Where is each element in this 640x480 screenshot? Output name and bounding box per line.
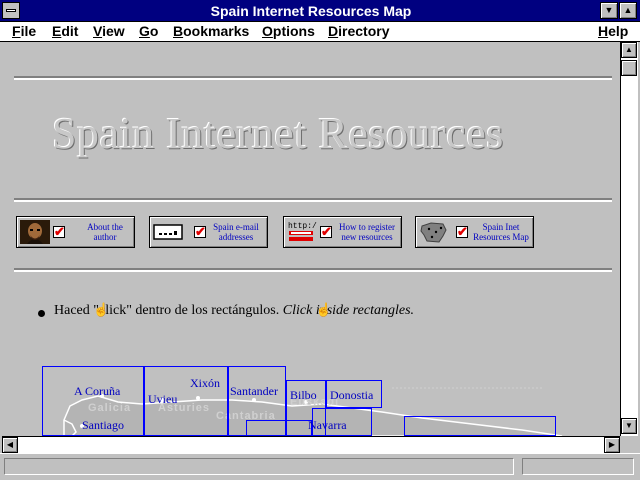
menu-directory[interactable]: Directory: [328, 23, 389, 39]
instruction-click-en: Click: [282, 303, 313, 318]
city-a-coruna[interactable]: A Coruña: [74, 384, 120, 399]
register-resources-label: How to register new resources: [339, 222, 395, 242]
region-catalunya[interactable]: [404, 416, 556, 436]
menu-edit[interactable]: Edit: [52, 23, 78, 39]
scroll-right-button[interactable]: ▶: [604, 437, 620, 453]
checkmark-icon: ✔: [53, 224, 65, 239]
inet-resources-map-label: Spain Inet Resources Map: [473, 222, 529, 242]
minimize-button[interactable]: ▼: [600, 2, 618, 19]
email-addresses-label: Spain e-mail addresses: [213, 222, 259, 242]
status-bar: [0, 453, 640, 480]
vertical-scrollbar[interactable]: ▲ ▼: [620, 42, 638, 436]
about-author-label: About the author: [87, 222, 123, 242]
scroll-up-button[interactable]: ▲: [621, 42, 637, 58]
register-resources-button[interactable]: http:// ✔ How to register new resources: [283, 216, 402, 248]
status-text-panel: [4, 458, 514, 475]
bullet: [38, 310, 45, 317]
checkmark-icon: ✔: [194, 224, 206, 239]
http-form-icon: http://: [288, 222, 317, 241]
scroll-down-button[interactable]: ▼: [621, 418, 637, 434]
menu-view[interactable]: View: [93, 23, 125, 39]
scroll-left-button[interactable]: ◀: [2, 437, 18, 453]
window-title: Spain Internet Resources Map: [210, 3, 412, 19]
menu-file[interactable]: File: [12, 23, 36, 39]
spain-resources-map: Galicia Asturies Cantabria Euskadi A Cor…: [2, 360, 620, 436]
instructions-text: Haced ☝ "click" dentro de los rectángulo…: [54, 303, 414, 319]
menu-bar: File Edit View Go Bookmarks Options Dire…: [0, 22, 640, 42]
progress-indicator: [522, 458, 634, 475]
author-portrait-icon: [20, 220, 50, 244]
city-donostia[interactable]: Donostia: [330, 388, 373, 403]
email-addresses-button[interactable]: ✔ Spain e-mail addresses: [149, 216, 268, 248]
menu-options[interactable]: Options: [262, 23, 315, 39]
instruction-haced: Haced: [54, 303, 90, 318]
city-santiago[interactable]: Santiago: [82, 418, 124, 433]
city-xixon[interactable]: Xixón: [190, 376, 220, 391]
city-santander[interactable]: Santander: [230, 384, 278, 399]
scroll-thumb[interactable]: [621, 60, 637, 76]
envelope-icon: [153, 224, 183, 240]
menu-help[interactable]: Help: [598, 23, 628, 39]
city-bilbo[interactable]: Bilbo: [290, 388, 317, 403]
checkmark-icon: ✔: [456, 224, 468, 239]
svg-text:http://: http://: [288, 222, 317, 231]
city-navarra[interactable]: Navarra: [308, 418, 347, 433]
hand-cursor-icon: ☝: [93, 302, 110, 317]
divider: [14, 268, 612, 272]
divider: [14, 198, 612, 202]
checkmark-icon: ✔: [320, 224, 332, 239]
horizontal-scrollbar[interactable]: ◀ ▶: [2, 436, 620, 453]
about-author-button[interactable]: ✔ About the author: [16, 216, 135, 248]
maximize-button[interactable]: ▲: [619, 2, 637, 19]
page-banner: Spain Internet Resources: [52, 109, 504, 158]
instruction-click-es: "click" dentro de los rectángulos.: [93, 303, 280, 318]
inet-resources-map-button[interactable]: ✔ Spain Inet Resources Map: [415, 216, 534, 248]
title-bar[interactable]: Spain Internet Resources Map ▼ ▲: [0, 0, 640, 22]
menu-bookmarks[interactable]: Bookmarks: [173, 23, 249, 39]
page-content: Spain Internet Resources ✔ About the aut…: [2, 42, 620, 436]
hand-cursor-icon: ☝: [315, 302, 332, 317]
region-burgos[interactable]: [246, 420, 312, 436]
menu-go[interactable]: Go: [139, 23, 158, 39]
city-uvieu[interactable]: Uvieu: [148, 392, 177, 407]
system-menu-icon[interactable]: [2, 2, 20, 19]
divider: [14, 76, 612, 80]
spain-map-icon: [420, 222, 447, 243]
